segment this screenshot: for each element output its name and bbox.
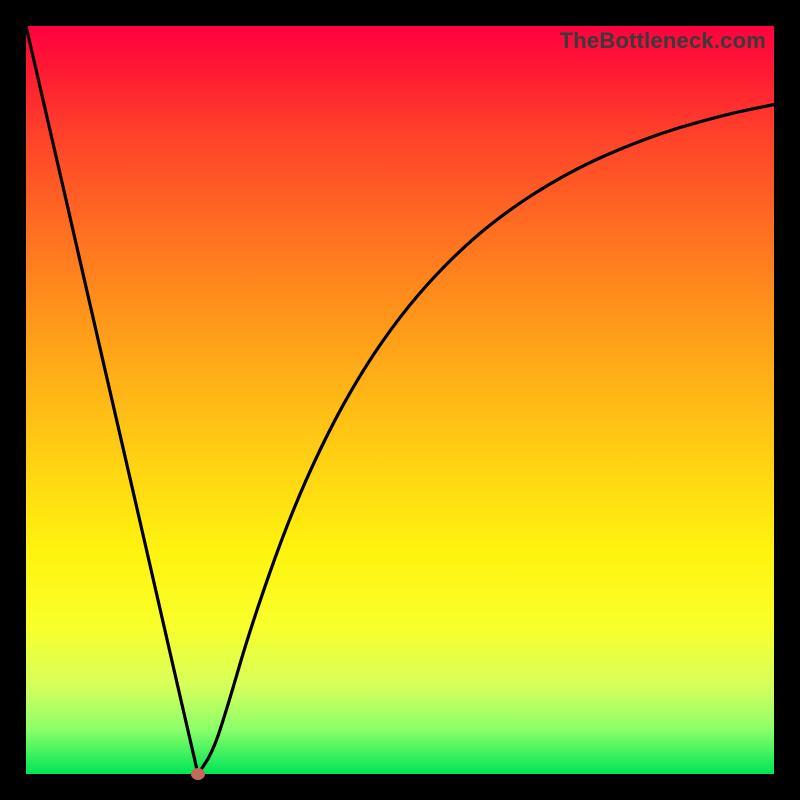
watermark-text: TheBottleneck.com bbox=[560, 28, 766, 54]
bottleneck-curve bbox=[26, 26, 774, 774]
chart-frame: TheBottleneck.com bbox=[0, 0, 800, 800]
plot-area: TheBottleneck.com bbox=[26, 26, 774, 774]
optimum-marker bbox=[191, 768, 205, 780]
